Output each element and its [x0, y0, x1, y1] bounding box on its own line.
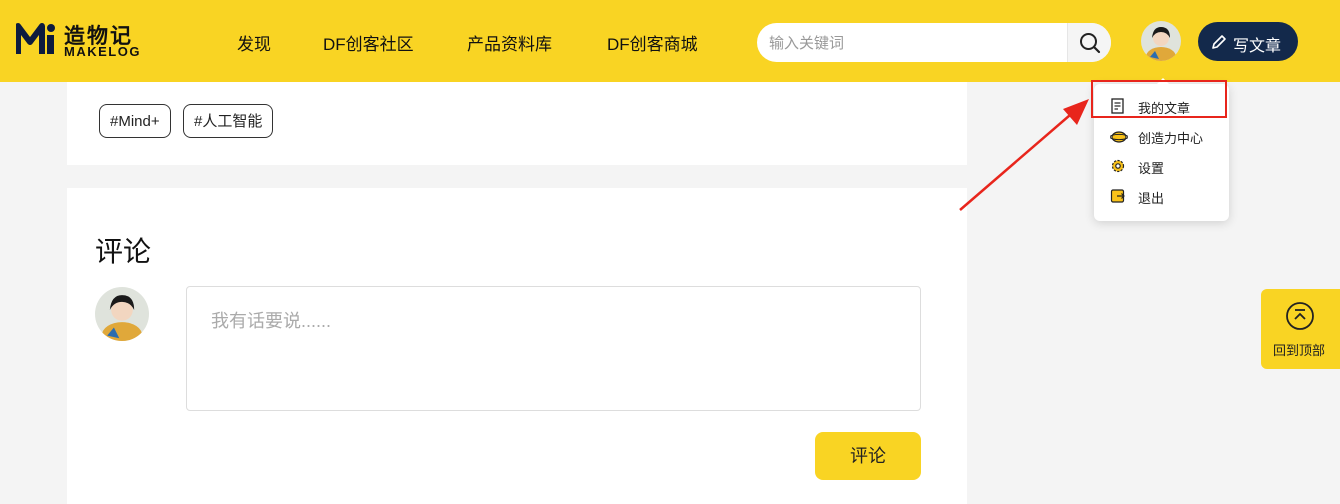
creativity-icon [1110, 131, 1128, 143]
menu-item-label: 设置 [1138, 161, 1165, 176]
arrow-up-to-top-icon [1286, 302, 1314, 330]
article-tags-card: #Mind+ #人工智能 [67, 82, 967, 165]
nav-discover[interactable]: 发现 [237, 30, 271, 55]
write-article-label: 写文章 [1233, 38, 1282, 55]
nav-df-store[interactable]: DF创客商城 [607, 30, 698, 55]
menu-item-label: 退出 [1138, 191, 1165, 206]
user-avatar[interactable] [1141, 21, 1181, 61]
search-bar [757, 23, 1111, 62]
write-article-button[interactable]: 写文章 [1198, 22, 1298, 61]
comment-title: 评论 [95, 236, 152, 267]
search-input[interactable] [767, 23, 1067, 62]
logo-text-en: MAKELOG [64, 44, 141, 59]
annotation-arrow-icon [959, 99, 1089, 211]
avatar-image [95, 287, 149, 341]
logo-mark-icon [16, 23, 55, 54]
top-header: 造物记 MAKELOG 发现 DF创客社区 产品资料库 DF创客商城 写文章 [0, 0, 1340, 82]
back-to-top-button[interactable]: 回到顶部 [1261, 289, 1340, 369]
tag-mind-plus[interactable]: #Mind+ [99, 104, 171, 138]
comment-section: 评论 评论 [67, 188, 967, 504]
search-icon [1080, 33, 1101, 54]
gear-icon [1111, 159, 1125, 173]
menu-item-label: 创造力中心 [1138, 131, 1204, 146]
nav-df-community[interactable]: DF创客社区 [323, 30, 414, 55]
avatar-image [1141, 21, 1181, 61]
submit-comment-button[interactable]: 评论 [815, 432, 921, 480]
menu-item-label: 我的文章 [1138, 101, 1191, 116]
comment-user-avatar [95, 287, 149, 341]
nav-product-library[interactable]: 产品资料库 [467, 30, 552, 55]
article-icon [1111, 98, 1124, 114]
tag-ai[interactable]: #人工智能 [183, 104, 274, 138]
search-button[interactable] [1067, 23, 1111, 62]
menu-item-settings[interactable]: 设置 [1094, 152, 1229, 180]
comment-input[interactable] [186, 286, 921, 411]
menu-item-creativity-center[interactable]: 创造力中心 [1094, 122, 1229, 150]
pencil-icon [1212, 35, 1226, 49]
back-to-top-label: 回到顶部 [1273, 343, 1326, 358]
menu-item-logout[interactable]: 退出 [1094, 182, 1229, 210]
menu-item-my-articles[interactable]: 我的文章 [1094, 92, 1229, 120]
user-dropdown-menu: 我的文章 创造力中心 设置 退出 [1094, 78, 1229, 221]
logout-icon [1110, 189, 1125, 203]
